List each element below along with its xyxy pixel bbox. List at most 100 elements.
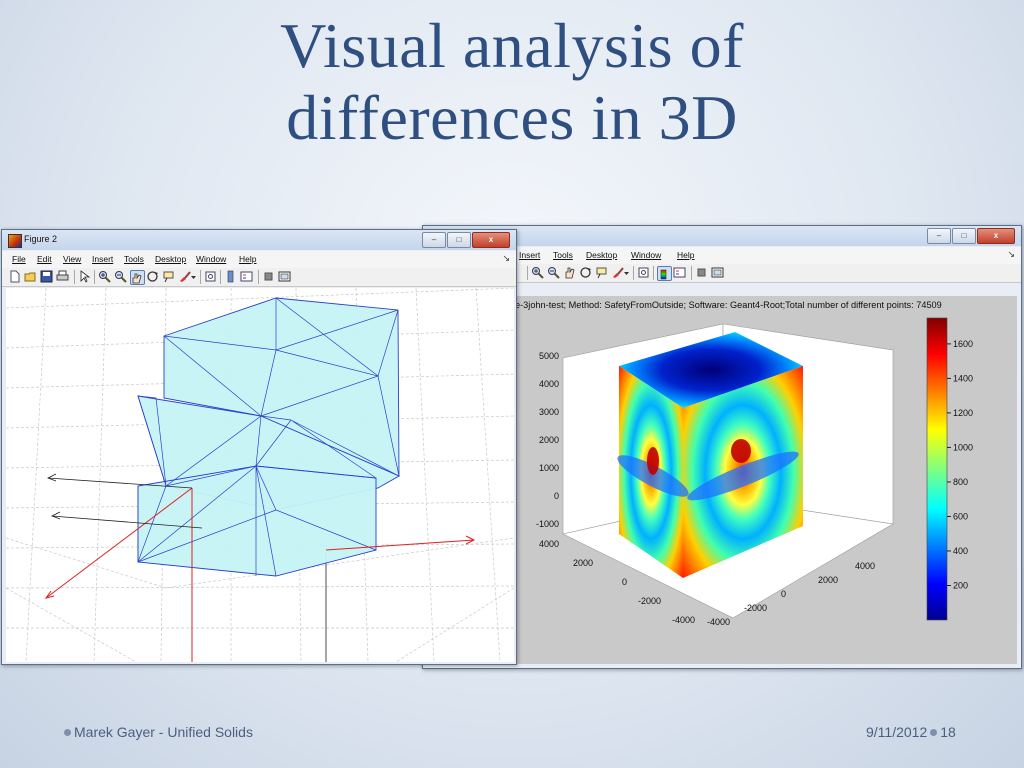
slide-title-line1: Visual analysis of (280, 10, 744, 81)
brush-dropdown-icon[interactable] (624, 266, 630, 279)
menu-window[interactable]: Window (196, 254, 226, 264)
window-title: Figure 2 (24, 234, 58, 244)
minimize-button[interactable]: – (927, 228, 951, 244)
pointer-icon[interactable] (78, 270, 91, 283)
hide-plot-tools-icon[interactable] (262, 270, 275, 283)
data-cursor-icon[interactable] (162, 270, 175, 283)
colorbar (926, 317, 948, 621)
show-plot-tools-icon[interactable] (711, 266, 724, 279)
colorbar-tick-label: 400 (953, 546, 968, 556)
brush-dropdown-icon[interactable] (191, 270, 197, 283)
colorbar-ticks: 1600 1400 1200 1000 800 600 400 200 (947, 339, 973, 590)
zoom-out-icon[interactable] (547, 266, 560, 279)
slide-title-line2: differences in 3D (286, 82, 738, 153)
linked-plot-icon[interactable] (204, 270, 217, 283)
matlab-icon (8, 234, 22, 248)
open-file-icon[interactable] (24, 270, 37, 283)
colorbar-icon[interactable] (657, 266, 672, 281)
save-icon[interactable] (40, 270, 53, 283)
plot-area[interactable]: e-3john-test; Method: SafetyFromOutside;… (513, 296, 1017, 664)
y-tick-label: 0 (622, 577, 627, 587)
dock-icon[interactable]: ↘ (502, 253, 510, 264)
minimize-button[interactable]: – (422, 232, 446, 248)
menu-tools[interactable]: Tools (124, 254, 144, 264)
brush-icon[interactable] (178, 270, 191, 283)
x-tick-label: 4000 (855, 561, 875, 571)
cube-right-red-star (731, 439, 751, 463)
show-plot-tools-icon[interactable] (278, 270, 291, 283)
legend-icon[interactable] (673, 266, 686, 279)
z-tick-label: 2000 (539, 435, 559, 445)
linked-plot-icon[interactable] (637, 266, 650, 279)
colorbar-tick-label: 200 (953, 580, 968, 590)
menu-edit[interactable]: Edit (37, 254, 52, 264)
wireframe-plot[interactable] (6, 288, 514, 662)
maximize-button[interactable]: □ (952, 228, 976, 244)
z-tick-label: 5000 (539, 351, 559, 361)
slide-title: Visual analysis of differences in 3D (0, 10, 1024, 154)
y-tick-label: 4000 (539, 539, 559, 549)
figure-window-2[interactable]: Figure 2 – □ x File Edit View Insert Too… (1, 229, 517, 665)
cube-left-red-star (647, 447, 659, 475)
menu-help[interactable]: Help (677, 250, 694, 260)
x-tick-label: -4000 (707, 617, 730, 627)
y-tick-label: -4000 (672, 615, 695, 625)
colorbar-tick-label: 1600 (953, 339, 973, 349)
colorbar-tick-label: 800 (953, 477, 968, 487)
solid-bottom-box (137, 465, 377, 577)
menu-window[interactable]: Window (631, 250, 661, 260)
y-tick-label: 2000 (573, 558, 593, 568)
colorbar-tick-label: 600 (953, 511, 968, 521)
menu-tools[interactable]: Tools (553, 250, 573, 260)
pan-icon[interactable] (130, 270, 145, 285)
brush-icon[interactable] (611, 266, 624, 279)
print-icon[interactable] (56, 270, 69, 283)
footer-date-page: 9/11/2012 18 (866, 724, 956, 740)
colorbar-tick-label: 1400 (953, 373, 973, 383)
menu-file[interactable]: File (12, 254, 26, 264)
y-tick-label: -2000 (638, 596, 661, 606)
footer-author: Marek Gayer - Unified Solids (64, 724, 253, 740)
colorbar-tick-label: 1200 (953, 408, 973, 418)
bullet-icon (930, 728, 938, 736)
footer-author-text: Marek Gayer - Unified Solids (74, 724, 253, 740)
new-figure-icon[interactable] (8, 270, 21, 283)
zoom-in-icon[interactable] (98, 270, 111, 283)
footer-date: 9/11/2012 (866, 724, 928, 740)
figure-toolbar (2, 268, 516, 287)
z-tick-label: 0 (554, 491, 559, 501)
pan-icon[interactable] (563, 266, 576, 279)
z-tick-label: 4000 (539, 379, 559, 389)
rotate-3d-icon[interactable] (579, 266, 592, 279)
close-button[interactable]: x (977, 228, 1015, 244)
zoom-out-icon[interactable] (114, 270, 127, 283)
colorbar-icon[interactable] (224, 270, 237, 283)
menu-desktop[interactable]: Desktop (155, 254, 186, 264)
z-tick-label: 3000 (539, 407, 559, 417)
bullet-icon (64, 728, 71, 736)
x-tick-label: -2000 (744, 603, 767, 613)
colormap-plot[interactable]: 500040003000200010000-1000400020000-2000… (513, 296, 1017, 664)
z-tick-label: -1000 (536, 519, 559, 529)
menu-bar: File Edit View Insert Tools Desktop Wind… (2, 251, 516, 268)
menu-insert[interactable]: Insert (92, 254, 113, 264)
x-tick-label: 0 (781, 589, 786, 599)
maximize-button[interactable]: □ (447, 232, 471, 248)
legend-icon[interactable] (240, 270, 253, 283)
hide-plot-tools-icon[interactable] (695, 266, 708, 279)
close-button[interactable]: x (472, 232, 510, 248)
x-tick-label: 2000 (818, 575, 838, 585)
colorbar-tick-label: 1000 (953, 442, 973, 452)
data-cursor-icon[interactable] (595, 266, 608, 279)
wireframe-plot-area[interactable] (6, 288, 514, 662)
menu-help[interactable]: Help (239, 254, 256, 264)
menu-desktop[interactable]: Desktop (586, 250, 617, 260)
dock-icon[interactable]: ↘ (1007, 249, 1015, 260)
slide-number: 18 (940, 724, 956, 740)
z-tick-label: 1000 (539, 463, 559, 473)
menu-view[interactable]: View (63, 254, 81, 264)
window-titlebar[interactable]: Figure 2 – □ x (2, 230, 516, 250)
rotate-3d-icon[interactable] (146, 270, 159, 283)
menu-insert[interactable]: Insert (519, 250, 540, 260)
zoom-in-icon[interactable] (531, 266, 544, 279)
